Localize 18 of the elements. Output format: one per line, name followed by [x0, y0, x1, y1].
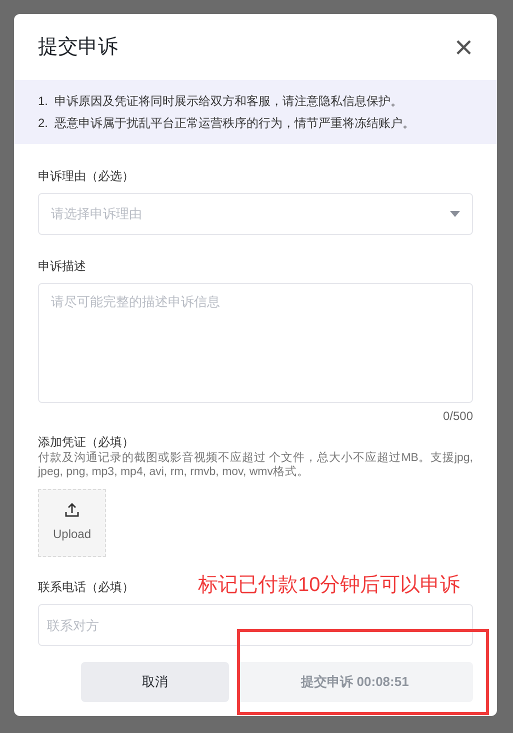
notice-text: 2. 恶意申诉属于扰乱平台正常运营秩序的行为，情节严重将冻结账户。	[38, 115, 416, 132]
field-label: 添加凭证（必填）	[38, 434, 135, 451]
field-label: 申诉描述	[38, 258, 87, 275]
upload-icon	[65, 503, 79, 517]
dialog-title: 提交申诉	[38, 35, 118, 60]
character-counter: 0/500	[442, 408, 473, 425]
dropdown-icon	[450, 211, 460, 217]
close-button[interactable]: ×	[454, 31, 473, 63]
field-label: 申诉理由（必选）	[38, 168, 135, 185]
field-label: 联系电话（必填）	[38, 579, 134, 596]
notice-text: 1. 申诉原因及凭证将同时展示给双方和客服，请注意隐私信息保护。	[38, 93, 404, 110]
description-field[interactable]: 请尽可能完整的描述申诉信息	[38, 283, 473, 403]
upload-button[interactable]: Upload	[38, 489, 106, 557]
select-placeholder: 请选择申诉理由	[51, 205, 142, 224]
cancel-button[interactable]: 取消	[81, 662, 229, 702]
upload-hint: 付款及沟通记录的截图或影音视频不应超过 个文件，总大小不应超过MB。支援jpg, jpeg, png, mp3, mp4, avi, rm, rmvb, mov, wmv格式。	[38, 451, 473, 479]
phone-field[interactable]: 联系对方	[38, 604, 473, 646]
annotation-text: 标记已付款10分钟后可以申诉	[198, 573, 460, 598]
